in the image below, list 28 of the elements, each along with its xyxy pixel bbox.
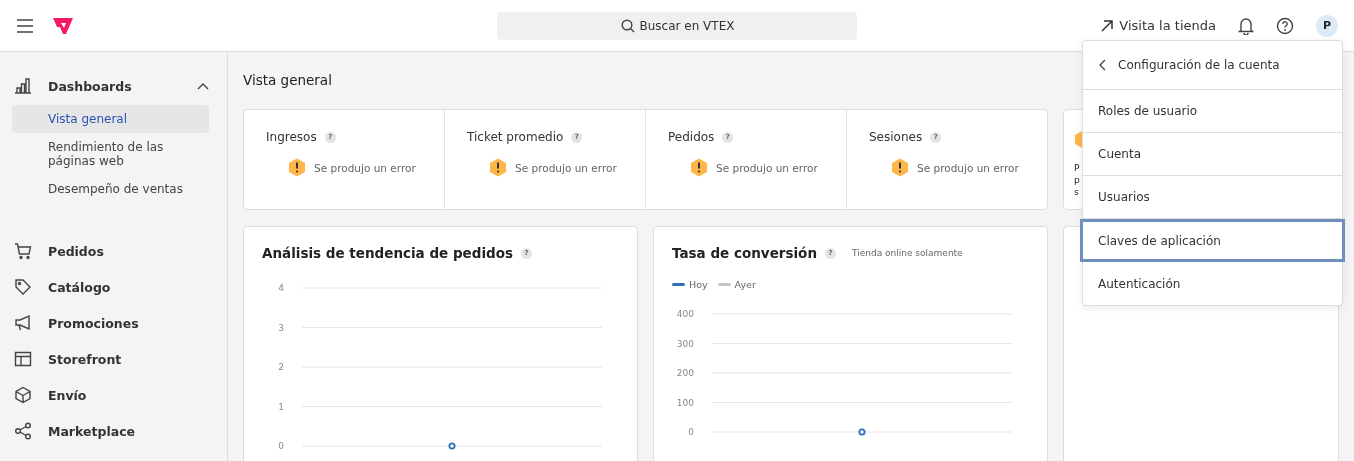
chart-title: Tasa de conversión — [672, 245, 817, 261]
axis-tick: 200 — [676, 368, 694, 378]
axis-tick: 0 — [278, 441, 284, 451]
legend-item: Ayer — [717, 279, 756, 290]
axis-tick: 0 — [688, 427, 694, 437]
stat-label: Sesiones — [869, 130, 923, 144]
chart-subtitle: Tienda online solamente — [852, 248, 963, 258]
axis-tick: 4 — [278, 283, 284, 293]
card-text: p — [1074, 174, 1080, 186]
axis-tick: 2 — [278, 362, 284, 372]
chart-title: Análisis de tendencia de pedidos — [262, 245, 514, 261]
stat-label: Pedidos — [668, 130, 715, 144]
card-text: P — [1074, 162, 1080, 174]
menu-title: Configuración de la cuenta — [1118, 58, 1280, 72]
error-message: Se produjo un error — [314, 161, 416, 174]
stat-label: Ticket promedio — [467, 130, 564, 144]
axis-tick: 300 — [676, 338, 694, 349]
card-text: s — [1074, 186, 1079, 198]
legend-item: Hoy — [672, 279, 708, 290]
page-title: Vista general — [243, 72, 333, 88]
axis-tick: 1 — [278, 401, 284, 412]
error-message: Se produjo un error — [716, 161, 818, 174]
error-message: Se produjo un error — [515, 161, 617, 174]
stat-label: Ingresos — [266, 130, 317, 144]
axis-tick: 3 — [278, 322, 284, 333]
axis-tick: 400 — [676, 309, 694, 319]
axis-tick: 100 — [676, 397, 694, 408]
error-message: Se produjo un error — [917, 161, 1019, 174]
